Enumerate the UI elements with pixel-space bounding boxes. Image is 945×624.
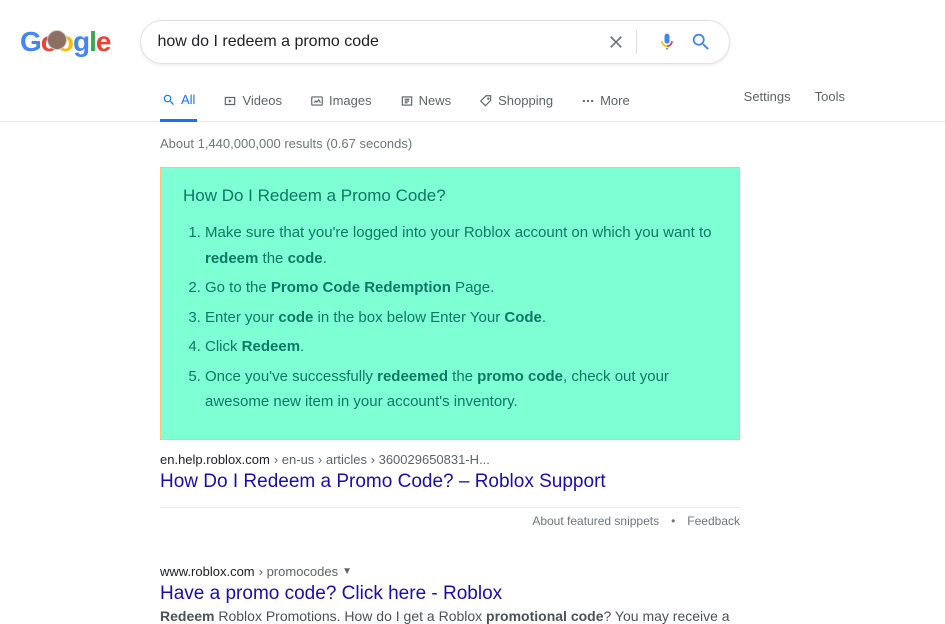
result-breadcrumb: www.roblox.com › promocodes ▼	[160, 564, 740, 579]
clear-icon[interactable]	[604, 30, 628, 54]
result-stats: About 1,440,000,000 results (0.67 second…	[160, 136, 740, 151]
tag-icon	[479, 94, 493, 108]
tab-label: More	[600, 93, 630, 108]
image-icon	[310, 94, 324, 108]
result-domain: www.roblox.com	[160, 564, 255, 579]
search-input[interactable]	[157, 33, 594, 51]
search-bar[interactable]	[140, 20, 730, 64]
result-path: › promocodes	[259, 564, 338, 579]
tab-more[interactable]: More	[579, 82, 632, 121]
tab-images[interactable]: Images	[308, 82, 374, 121]
video-icon	[223, 94, 237, 108]
tabs-row: All Videos Images News Shopping More Set…	[0, 82, 945, 122]
about-snippets-link[interactable]: About featured snippets	[532, 514, 659, 528]
snippet-step: Make sure that you're logged into your R…	[205, 220, 717, 271]
result-snippet: Redeem Roblox Promotions. How do I get a…	[160, 608, 740, 624]
tab-news[interactable]: News	[398, 82, 454, 121]
settings-link[interactable]: Settings	[744, 89, 791, 104]
header: Google	[0, 0, 945, 64]
featured-snippet: How Do I Redeem a Promo Code? Make sure …	[160, 167, 740, 440]
snippet-title: How Do I Redeem a Promo Code?	[183, 186, 717, 206]
tab-all[interactable]: All	[160, 82, 197, 122]
result-domain: en.help.roblox.com	[160, 452, 270, 467]
tab-label: Shopping	[498, 93, 553, 108]
result-title-link[interactable]: How Do I Redeem a Promo Code? – Roblox S…	[160, 471, 606, 492]
snippet-step: Go to the Promo Code Redemption Page.	[205, 275, 717, 301]
tab-videos[interactable]: Videos	[221, 82, 284, 121]
search-icon	[162, 93, 176, 107]
content: About 1,440,000,000 results (0.67 second…	[0, 122, 740, 624]
tools-area: Settings Tools	[744, 89, 945, 114]
dot: •	[671, 514, 675, 528]
tab-label: News	[419, 93, 452, 108]
chevron-down-icon[interactable]: ▼	[342, 566, 352, 577]
result-1: en.help.roblox.com › en-us › articles › …	[160, 452, 740, 493]
doodle-avatar	[47, 30, 67, 50]
tab-label: Images	[329, 93, 372, 108]
snippet-step: Click Redeem.	[205, 334, 717, 360]
snippet-step: Once you've successfully redeemed the pr…	[205, 364, 717, 415]
snippet-list: Make sure that you're logged into your R…	[183, 220, 717, 415]
tab-label: All	[181, 92, 195, 107]
result-2: www.roblox.com › promocodes ▼ Have a pro…	[160, 564, 740, 624]
feedback-row: About featured snippets • Feedback	[160, 507, 740, 546]
more-icon	[581, 94, 595, 108]
result-breadcrumb: en.help.roblox.com › en-us › articles › …	[160, 452, 740, 467]
news-icon	[400, 94, 414, 108]
search-icon[interactable]	[689, 30, 713, 54]
tab-label: Videos	[242, 93, 282, 108]
tab-shopping[interactable]: Shopping	[477, 82, 555, 121]
feedback-link[interactable]: Feedback	[687, 514, 740, 528]
mic-icon[interactable]	[655, 30, 679, 54]
tabs: All Videos Images News Shopping More	[160, 82, 632, 121]
google-logo[interactable]: Google	[20, 26, 110, 58]
result-title-link[interactable]: Have a promo code? Click here - Roblox	[160, 583, 502, 604]
snippet-step: Enter your code in the box below Enter Y…	[205, 305, 717, 331]
result-path: › en-us › articles › 360029650831-H...	[274, 452, 490, 467]
divider	[636, 30, 637, 54]
tools-link[interactable]: Tools	[815, 89, 845, 104]
